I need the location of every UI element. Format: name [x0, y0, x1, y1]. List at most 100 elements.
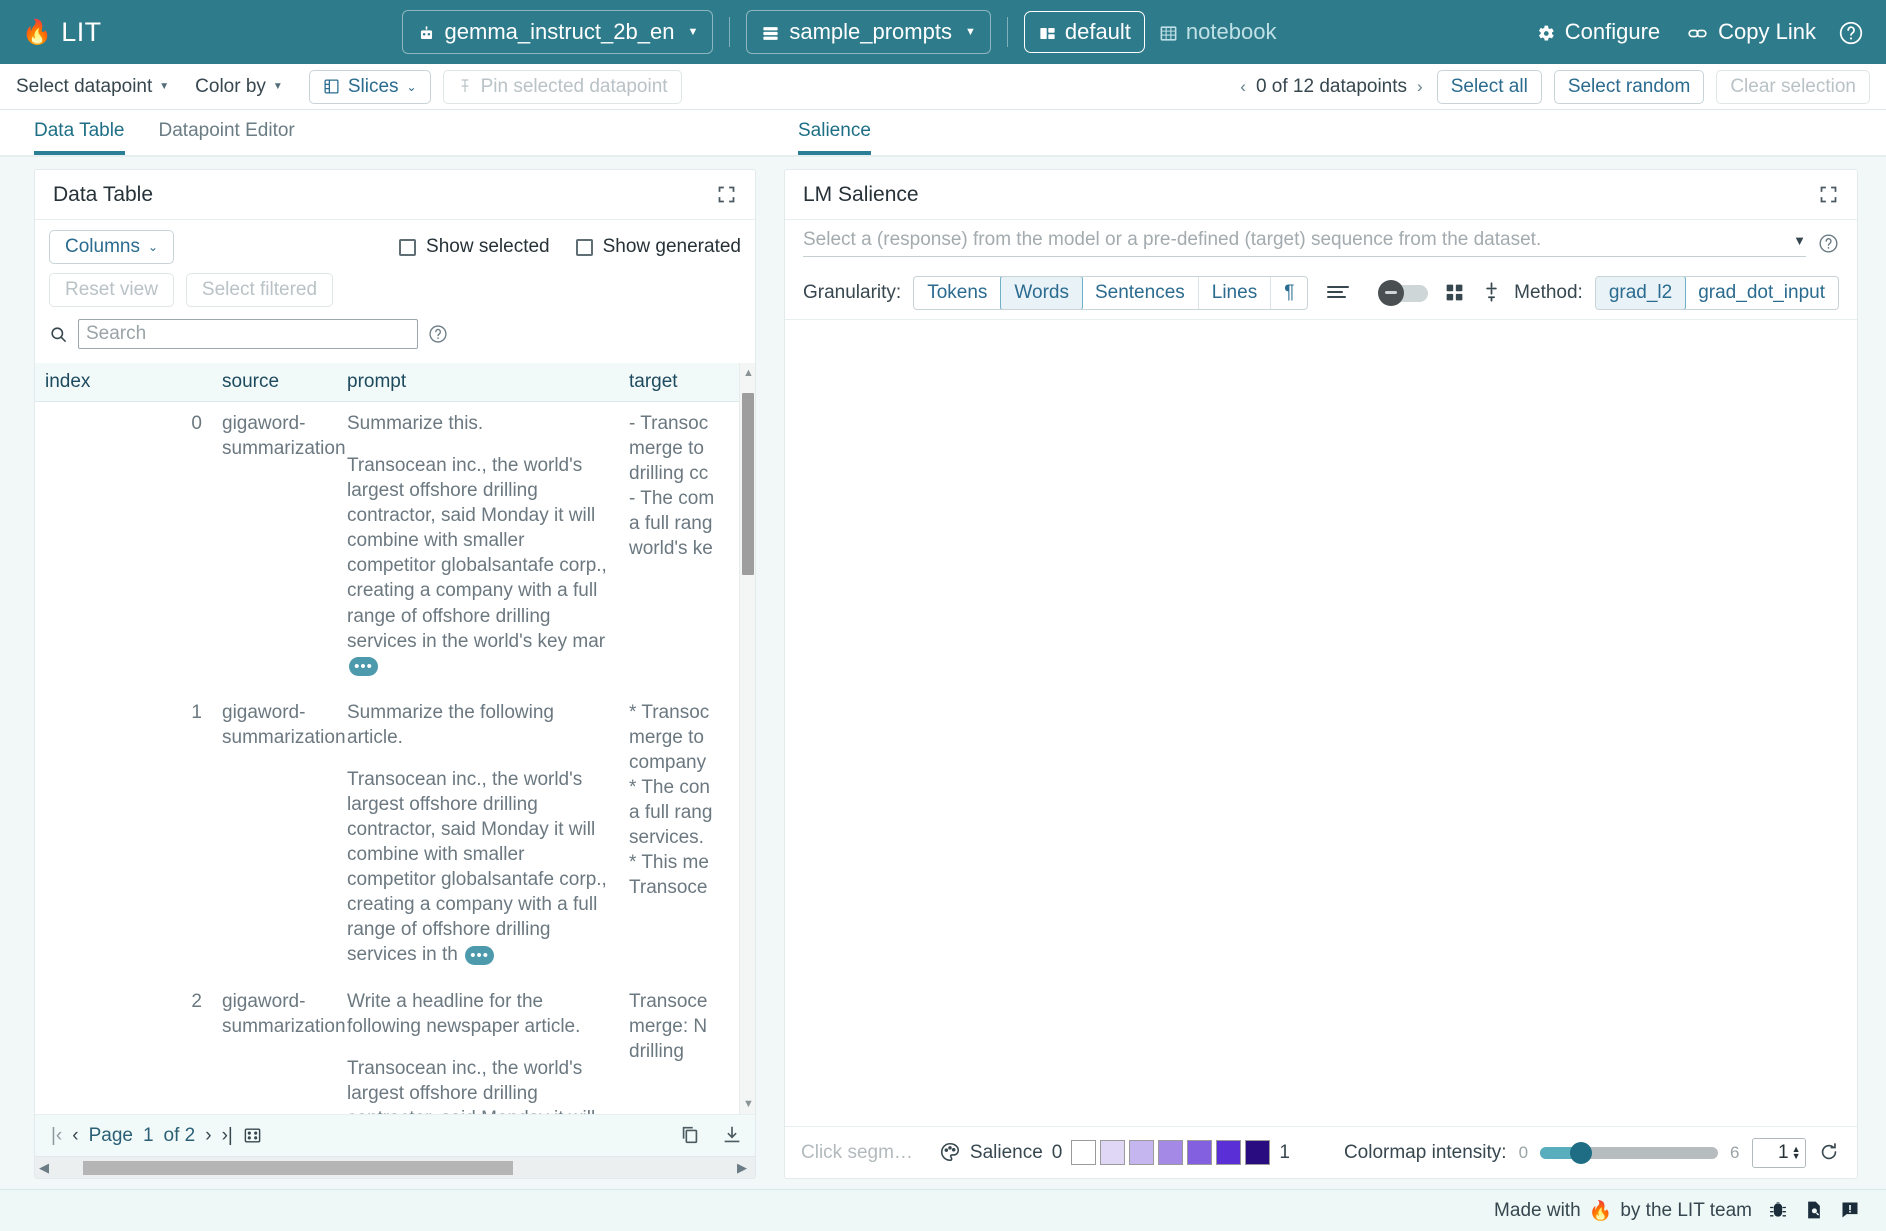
- select-datapoint-label: Select datapoint: [16, 76, 152, 98]
- color-by-dropdown[interactable]: Color by ▼: [195, 76, 283, 98]
- granularity-option-tokens[interactable]: Tokens: [914, 277, 1001, 309]
- sequence-select-row: Select a (response) from the model or a …: [785, 220, 1857, 266]
- hscroll-thumb[interactable]: [83, 1161, 513, 1175]
- granularity-option-words[interactable]: Words: [1000, 276, 1083, 310]
- model-selector[interactable]: gemma_instruct_2b_en ▼: [402, 10, 714, 54]
- method-option-grad-l2[interactable]: grad_l2: [1595, 276, 1686, 310]
- slices-button[interactable]: Slices ⌄: [309, 70, 431, 104]
- expand-icon[interactable]: [716, 183, 737, 207]
- column-header-prompt[interactable]: prompt: [337, 363, 619, 402]
- fit-to-view-icon[interactable]: [243, 1126, 262, 1145]
- reset-icon[interactable]: [1818, 1141, 1840, 1163]
- main-content: Data Table Datapoint Editor Data Table C…: [0, 110, 1886, 1189]
- target-line: - The com: [629, 486, 729, 511]
- column-header-source[interactable]: source: [212, 363, 337, 402]
- scroll-right-icon[interactable]: ▶: [737, 1160, 747, 1176]
- display-mode-toggle[interactable]: [1366, 280, 1428, 306]
- next-datapoint-button[interactable]: ›: [1417, 77, 1423, 97]
- sequence-placeholder: Select a (response) from the model or a …: [803, 229, 1541, 251]
- layout-default-button[interactable]: default: [1024, 11, 1145, 53]
- table-row[interactable]: 0 gigaword-summarization Summarize this.…: [35, 402, 739, 691]
- expand-truncated-icon[interactable]: •••: [465, 946, 494, 965]
- app-title: LIT: [61, 17, 101, 48]
- copy-icon[interactable]: [679, 1124, 701, 1146]
- help-circle-icon[interactable]: [1818, 233, 1839, 254]
- expand-icon[interactable]: [1818, 183, 1839, 207]
- slider-knob[interactable]: [1570, 1142, 1592, 1164]
- select-all-button[interactable]: Select all: [1437, 70, 1542, 104]
- target-line: * The con: [629, 775, 729, 800]
- table-row[interactable]: 1 gigaword-summarization Summarize the f…: [35, 691, 739, 980]
- target-line: merge: N: [629, 1014, 729, 1039]
- prompt-line: Summarize the following article.: [347, 700, 609, 750]
- data-table-footer-actions: [679, 1124, 743, 1146]
- search-input[interactable]: [78, 319, 418, 349]
- expand-truncated-icon[interactable]: •••: [349, 657, 378, 676]
- first-page-icon[interactable]: |‹: [51, 1125, 62, 1147]
- scroll-up-icon[interactable]: ▲: [743, 367, 754, 379]
- show-selected-checkbox[interactable]: Show selected: [399, 236, 550, 258]
- palette-icon[interactable]: [939, 1141, 961, 1163]
- column-header-target[interactable]: target: [619, 363, 739, 402]
- last-page-icon[interactable]: ›|: [222, 1125, 233, 1147]
- feedback-icon[interactable]: [1840, 1200, 1860, 1222]
- table-row[interactable]: 2 gigaword-summarization Write a headlin…: [35, 980, 739, 1114]
- bug-icon[interactable]: [1768, 1200, 1788, 1222]
- salience-swatch: [1158, 1140, 1183, 1165]
- scroll-left-icon[interactable]: ◀: [39, 1160, 49, 1176]
- layout-icon: [1038, 19, 1057, 45]
- clear-selection-button[interactable]: Clear selection: [1716, 70, 1870, 104]
- download-icon[interactable]: [721, 1124, 743, 1146]
- select-datapoint-dropdown[interactable]: Select datapoint ▼: [16, 76, 169, 98]
- prev-page-icon[interactable]: ‹: [72, 1125, 78, 1147]
- dataset-icon: [761, 19, 780, 45]
- scroll-down-icon[interactable]: ▼: [743, 1098, 754, 1110]
- granularity-option-lines[interactable]: Lines: [1199, 277, 1271, 309]
- show-generated-checkbox[interactable]: Show generated: [576, 236, 741, 258]
- tab-datapoint-editor[interactable]: Datapoint Editor: [159, 120, 295, 155]
- salience-swatch: [1187, 1140, 1212, 1165]
- copy-link-button[interactable]: Copy Link: [1686, 19, 1816, 45]
- prompt-line: Write a headline for the following newsp…: [347, 989, 609, 1039]
- data-table-controls-row-3: [49, 319, 741, 349]
- select-random-button[interactable]: Select random: [1554, 70, 1705, 104]
- salience-swatch: [1216, 1140, 1241, 1165]
- select-filtered-button[interactable]: Select filtered: [186, 273, 333, 307]
- help-circle-icon: [1838, 18, 1864, 45]
- help-button[interactable]: [1838, 18, 1864, 45]
- reset-view-button[interactable]: Reset view: [49, 273, 174, 307]
- granularity-option-sentences[interactable]: Sentences: [1082, 277, 1199, 309]
- chevron-down-icon: ▼: [965, 26, 976, 38]
- table-horizontal-scrollbar[interactable]: ◀ ▶: [35, 1156, 755, 1178]
- column-header-index[interactable]: index: [35, 363, 212, 402]
- pin-datapoint-button[interactable]: Pin selected datapoint: [443, 70, 682, 104]
- colormap-intensity-input[interactable]: 1 ▲▼: [1752, 1138, 1806, 1168]
- granularity-option-paragraph[interactable]: ¶: [1271, 277, 1307, 309]
- granularity-segmented-control: Tokens Words Sentences Lines ¶: [913, 276, 1308, 310]
- next-page-icon[interactable]: ›: [205, 1125, 211, 1147]
- normalize-icon[interactable]: [1481, 281, 1502, 303]
- help-circle-icon[interactable]: [428, 324, 448, 344]
- colormap-intensity-slider[interactable]: [1540, 1147, 1718, 1159]
- tab-salience[interactable]: Salience: [798, 120, 871, 155]
- document-search-icon[interactable]: [1804, 1200, 1824, 1222]
- method-label: Method:: [1514, 282, 1583, 304]
- prompt-body: Transocean inc., the world's largest off…: [347, 455, 607, 652]
- app-footer: Made with 🔥 by the LIT team: [0, 1189, 1886, 1231]
- checkbox-icon: [576, 239, 593, 256]
- stepper-icon[interactable]: ▲▼: [1792, 1146, 1801, 1160]
- prev-datapoint-button[interactable]: ‹: [1240, 77, 1246, 97]
- table-vertical-scrollbar[interactable]: ▲ ▼: [739, 363, 755, 1114]
- hscroll-track[interactable]: [53, 1161, 737, 1175]
- columns-button[interactable]: Columns ⌄: [49, 230, 174, 264]
- configure-button[interactable]: Configure: [1535, 19, 1660, 45]
- dataset-selector[interactable]: sample_prompts ▼: [746, 10, 991, 54]
- method-option-grad-dot-input[interactable]: grad_dot_input: [1685, 277, 1838, 309]
- scrollbar-thumb[interactable]: [742, 393, 754, 575]
- tab-data-table[interactable]: Data Table: [34, 120, 125, 155]
- data-table-panel: Data Table Columns ⌄ Sho: [34, 169, 756, 1179]
- layout-notebook-button[interactable]: notebook: [1145, 11, 1291, 53]
- sequence-select[interactable]: Select a (response) from the model or a …: [803, 229, 1806, 257]
- prompt-line: Transocean inc., the world's largest off…: [347, 767, 609, 968]
- grid-view-icon[interactable]: [1444, 282, 1465, 304]
